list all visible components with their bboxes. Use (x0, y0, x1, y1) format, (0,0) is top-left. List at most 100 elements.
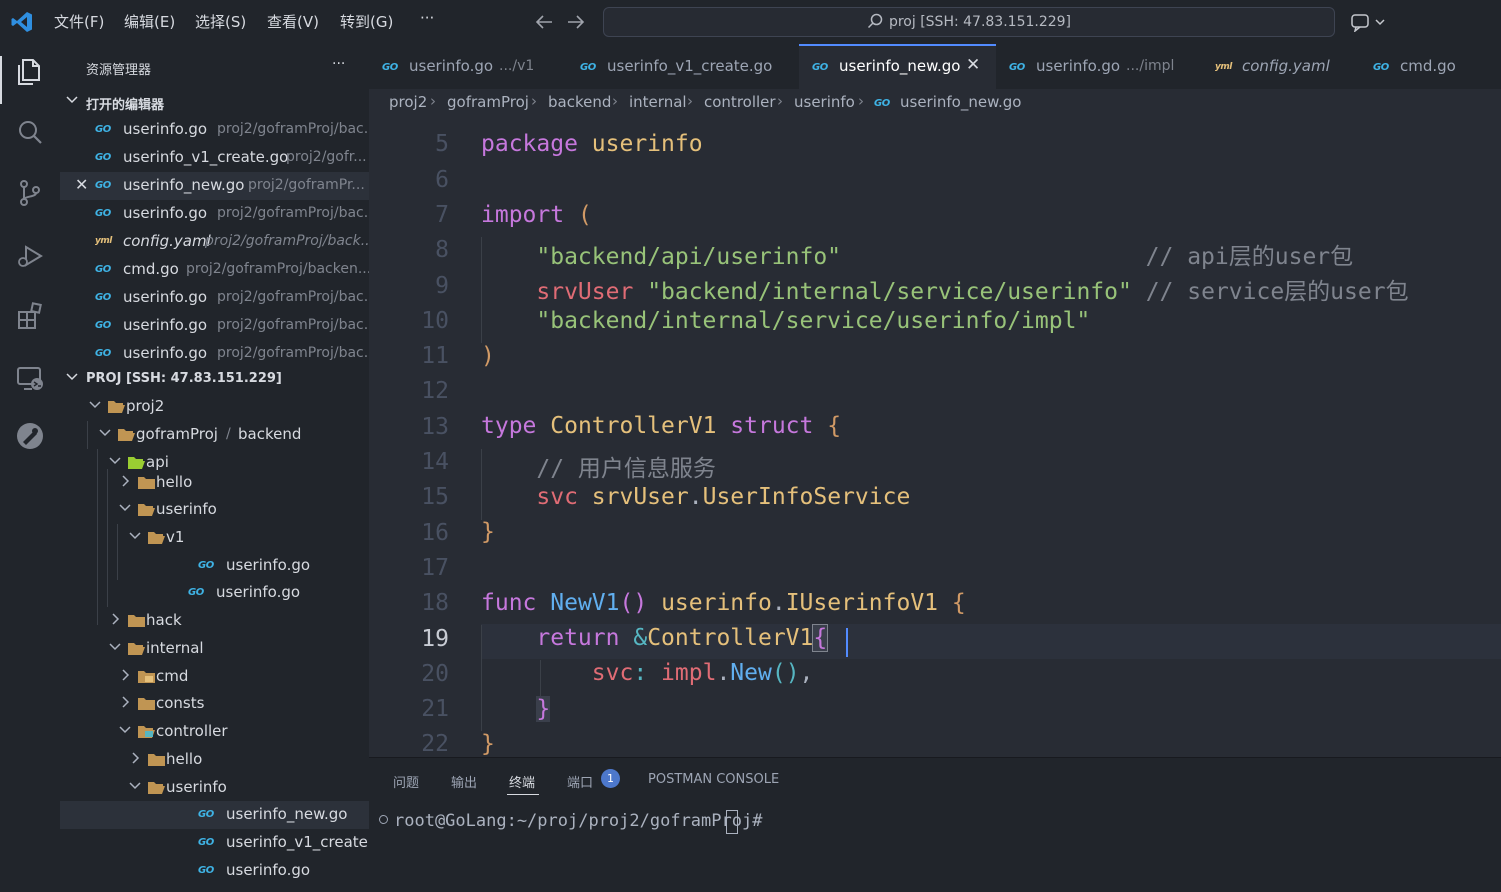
chevron-down-icon[interactable] (128, 529, 142, 543)
panel-tab-postman-console[interactable]: POSTMAN CONSOLE (648, 772, 779, 787)
go-file-icon: GO (198, 809, 214, 820)
chevron-down-icon[interactable] (118, 723, 132, 737)
tree-indent-guide (97, 449, 98, 625)
go-file-icon: GO (198, 837, 214, 848)
chevron-right-icon[interactable] (128, 751, 142, 765)
open-editor-item[interactable]: GO userinfo.go proj2/goframProj/bac... (60, 116, 369, 144)
tree-file-item[interactable]: GO userinfo_new.go (60, 801, 369, 829)
folder-open-icon (108, 401, 125, 413)
editor-tab[interactable]: yml config.yaml (1202, 44, 1361, 89)
run-debug-icon[interactable] (14, 240, 46, 272)
tree-file-item[interactable]: GO userinfo.go (60, 857, 369, 885)
line-number: 5 (435, 131, 449, 158)
extensions-icon[interactable] (14, 300, 46, 332)
chevron-down-icon[interactable] (98, 426, 112, 440)
open-editor-item[interactable]: GO userinfo.go proj2/goframProj/bac... (60, 284, 369, 312)
tree-folder-item[interactable]: consts (60, 690, 369, 718)
close-tab-icon[interactable]: ✕ (966, 55, 980, 75)
command-center-label: proj [SSH: 47.83.151.229] (604, 13, 1334, 30)
chevron-down-icon[interactable] (108, 640, 122, 654)
open-editors-header[interactable]: 打开的编辑器 (60, 88, 369, 116)
chevron-down-icon[interactable] (108, 454, 122, 468)
active-tab-underline (507, 794, 539, 795)
go-file-icon: GO (95, 180, 111, 191)
tree-folder-item[interactable]: goframProj / backend (60, 421, 369, 449)
tree-folder-item[interactable]: controller (60, 718, 369, 746)
editor-tab[interactable]: GO cmd.go (1360, 44, 1501, 89)
breadcrumb-item[interactable]: userinfo_new.go (900, 93, 1021, 111)
tree-folder-name: userinfo (156, 500, 217, 518)
breadcrumb-item[interactable]: internal (629, 93, 687, 111)
line-number: 13 (421, 413, 449, 440)
panel-tab-ports[interactable]: 端口 (567, 772, 593, 791)
tab-label: userinfo.go (1036, 57, 1121, 75)
tree-folder-item[interactable]: proj2 (60, 393, 369, 421)
code-editor[interactable]: 4 5 6 7 8 9 10 11 12 13 14 15 16 17 18 19 20 21 22 package… (369, 117, 1501, 757)
tree-folder-item[interactable]: userinfo (60, 774, 369, 802)
panel-tab-terminal[interactable]: 终端 (509, 772, 535, 791)
folder-open-icon (138, 726, 155, 738)
editor-tab[interactable]: GO userinfo_new.go ✕ (799, 44, 997, 89)
project-header[interactable]: PROJ [SSH: 47.83.151.229] (60, 365, 369, 393)
terminal-cursor[interactable] (726, 810, 738, 834)
panel-tab-output[interactable]: 输出 (451, 772, 477, 791)
chevron-down-icon[interactable] (128, 779, 142, 793)
tree-file-name: userinfo_v1_create.go (226, 833, 369, 851)
tree-folder-item[interactable]: internal (60, 635, 369, 663)
tree-file-name: userinfo.go (226, 556, 311, 574)
breadcrumb-item[interactable]: backend (548, 93, 611, 111)
open-editor-name: userinfo.go (123, 344, 208, 362)
sidebar-title: 资源管理器 (86, 63, 152, 78)
command-center[interactable]: proj [SSH: 47.83.151.229] (603, 7, 1335, 37)
open-editor-item[interactable]: GO cmd.go proj2/goframProj/backen... (60, 256, 369, 284)
chevron-right-icon[interactable] (108, 612, 122, 626)
chevron-down-icon[interactable] (118, 501, 132, 515)
forward-arrow-icon[interactable] (566, 13, 586, 31)
text-cursor (846, 628, 848, 657)
sidebar-more-button[interactable]: ··· (332, 56, 345, 72)
chevron-down-icon[interactable] (88, 398, 102, 412)
active-indicator (0, 56, 2, 104)
open-editor-item[interactable]: ✕ GO userinfo_new.go proj2/goframPr... (60, 172, 369, 200)
open-editor-item[interactable]: GO userinfo_v1_create.go proj2/gofr... (60, 144, 369, 172)
editor-tab[interactable]: GO userinfo_v1_create.go (567, 44, 800, 89)
search-view-icon[interactable] (14, 117, 46, 149)
explorer-icon[interactable] (14, 56, 46, 88)
tree-file-name: userinfo_new.go (226, 805, 348, 823)
tree-folder-item[interactable]: hack (60, 607, 369, 635)
chevron-right-icon[interactable] (118, 668, 132, 682)
tree-folder-name: hello (156, 473, 193, 491)
menu-view[interactable]: 查看(V) (267, 11, 319, 32)
postman-icon[interactable] (14, 420, 46, 452)
menu-file[interactable]: 文件(F) (54, 11, 104, 32)
open-editor-name: userinfo_v1_create.go (123, 148, 289, 166)
breadcrumb-item[interactable]: goframProj (447, 93, 529, 111)
tree-file-item[interactable]: GO userinfo_v1_create.go (60, 829, 369, 857)
menu-edit[interactable]: 编辑(E) (124, 11, 175, 32)
close-editor-icon[interactable]: ✕ (75, 175, 88, 194)
folder-icon (128, 615, 145, 627)
panel-tab-problems[interactable]: 问题 (393, 772, 419, 791)
editor-tab[interactable]: GO userinfo.go .../impl (996, 44, 1203, 89)
back-arrow-icon[interactable] (534, 13, 554, 31)
source-control-icon[interactable] (14, 177, 46, 209)
open-editor-item[interactable]: GO userinfo.go proj2/goframProj/bac... (60, 340, 369, 368)
breadcrumb-item[interactable]: proj2 (389, 93, 427, 111)
copilot-icon[interactable] (1350, 12, 1388, 32)
remote-explorer-icon[interactable] (14, 362, 46, 394)
vscode-logo-icon[interactable] (10, 10, 34, 34)
breadcrumb-item[interactable]: userinfo (794, 93, 855, 111)
tree-folder-item[interactable]: cmd (60, 663, 369, 691)
editor-tab[interactable]: GO userinfo.go .../v1 (369, 44, 568, 89)
open-editor-item[interactable]: GO userinfo.go proj2/goframProj/bac... (60, 312, 369, 340)
menu-more[interactable]: ··· (420, 9, 434, 27)
chevron-right-icon[interactable] (118, 474, 132, 488)
tree-folder-item[interactable]: hello (60, 746, 369, 774)
open-editor-item[interactable]: yml config.yaml proj2/goframProj/back... (60, 228, 369, 256)
menu-go[interactable]: 转到(G) (340, 11, 393, 32)
breadcrumb-item[interactable]: controller (704, 93, 776, 111)
menu-selection[interactable]: 选择(S) (195, 11, 246, 32)
chevron-right-icon[interactable] (118, 695, 132, 709)
open-editor-item[interactable]: GO userinfo.go proj2/goframProj/bac... (60, 200, 369, 228)
line-number: 18 (421, 590, 449, 617)
